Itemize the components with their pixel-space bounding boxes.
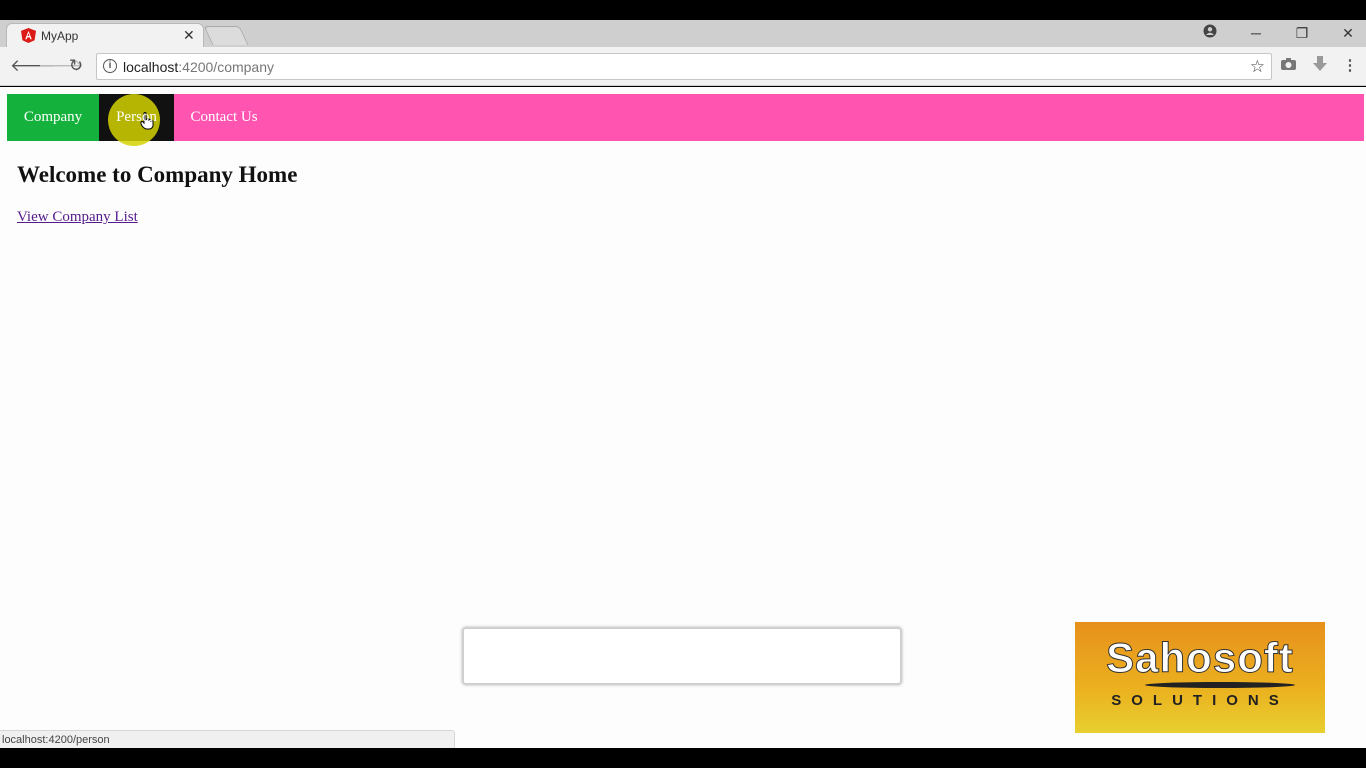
url-host: localhost (123, 59, 179, 75)
forward-icon[interactable]: 🡒 (38, 56, 84, 76)
sahosoft-logo: Sahosoft SOLUTIONS (1075, 622, 1325, 733)
browser-toolbar: 🡐 🡒 ↻ i localhost:4200/company ☆ ⋮ (0, 47, 1366, 86)
tab-close-icon[interactable]: ✕ (183, 27, 195, 44)
reload-icon[interactable]: ↻ (66, 56, 86, 76)
browser-tab-strip: MyApp ✕ ─ ❐ ✕ (0, 20, 1366, 47)
angular-favicon-icon (21, 28, 36, 43)
tab-title: MyApp (41, 29, 79, 43)
kebab-menu-icon[interactable]: ⋮ (1340, 56, 1360, 76)
account-icon[interactable] (1200, 23, 1220, 43)
close-window-button[interactable]: ✕ (1338, 23, 1358, 43)
screen-top-border (0, 0, 1366, 20)
url-path: :4200/company (178, 59, 274, 75)
restore-button[interactable]: ❐ (1292, 23, 1312, 43)
star-icon[interactable]: ☆ (1250, 57, 1265, 77)
nav-company[interactable]: Company (7, 94, 99, 141)
page-viewport: Company Person Contact Us Welcome to Com… (0, 87, 1366, 748)
logo-brand: Sahosoft (1106, 634, 1294, 682)
logo-tagline: SOLUTIONS (1111, 692, 1289, 709)
info-icon[interactable]: i (103, 59, 117, 73)
url-text[interactable]: localhost:4200/company (123, 59, 274, 75)
new-tab-button[interactable] (203, 26, 249, 45)
logo-swoosh (1145, 682, 1295, 688)
page-heading: Welcome to Company Home (17, 162, 298, 187)
address-bar[interactable]: i localhost:4200/company ☆ (96, 53, 1272, 80)
browser-tab[interactable]: MyApp ✕ (6, 23, 204, 47)
back-icon[interactable]: 🡐 (10, 56, 56, 76)
camera-icon[interactable] (1278, 56, 1298, 76)
download-icon[interactable] (1310, 56, 1330, 76)
status-bar: localhost:4200/person (0, 730, 455, 748)
view-company-list-link[interactable]: View Company List (17, 209, 138, 226)
minimize-button[interactable]: ─ (1246, 23, 1266, 43)
screen-bottom-border (0, 748, 1366, 768)
nav-person-label: Person (116, 109, 157, 125)
caption-box (462, 627, 902, 685)
app-navbar: Company Person Contact Us (7, 94, 1364, 141)
nav-contact-us[interactable]: Contact Us (174, 94, 274, 141)
